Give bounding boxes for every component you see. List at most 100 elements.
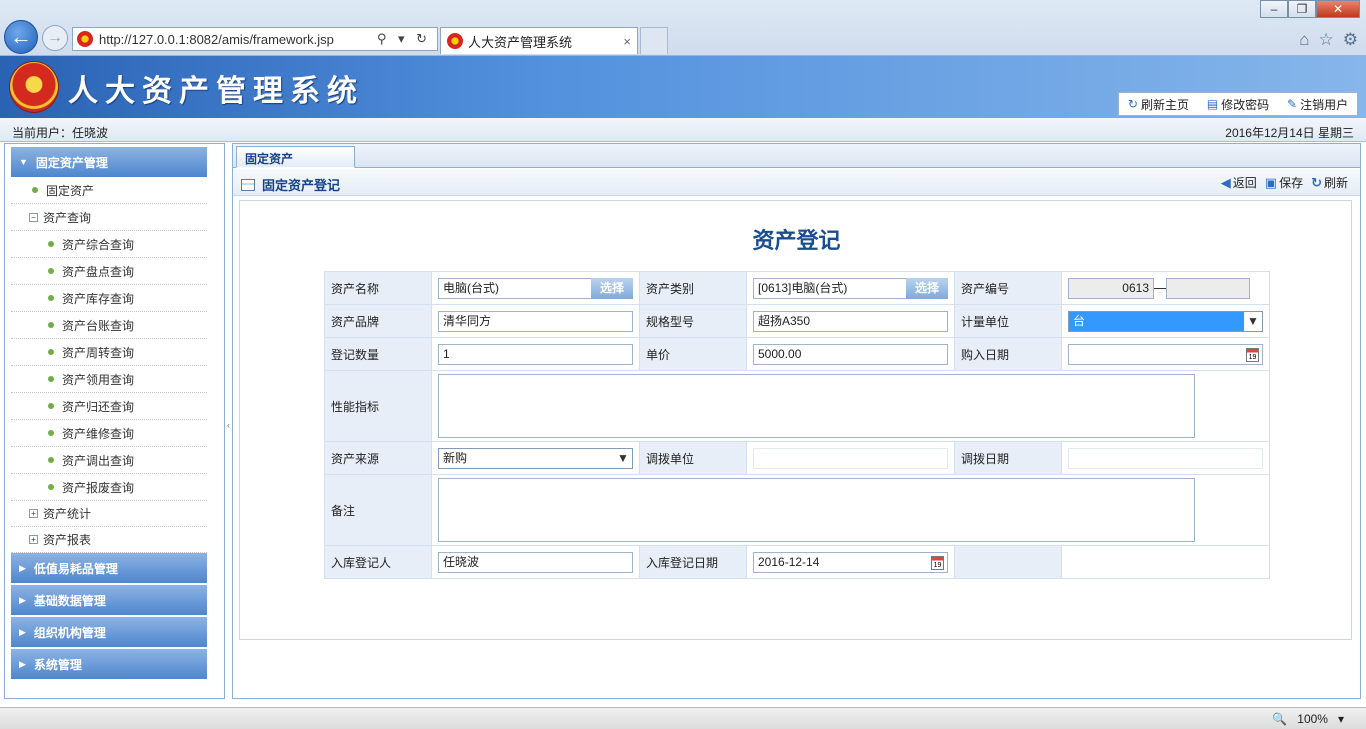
asset-name-input[interactable]: 电脑(台式) xyxy=(438,277,591,299)
expand-plus-icon[interactable]: + xyxy=(29,508,38,518)
address-bar[interactable]: http://127.0.0.1:8082/amis/framework.jsp… xyxy=(72,27,438,51)
favorites-star-icon[interactable]: ☆ xyxy=(1319,30,1334,50)
sidebar-item-fixed-assets[interactable]: 固定资产 xyxy=(11,177,207,204)
calendar-icon[interactable]: 19 xyxy=(1246,347,1259,362)
sidebar-section-system[interactable]: ▶ 系统管理 xyxy=(11,649,207,679)
sidebar-item-query[interactable]: 资产库存查询 xyxy=(11,285,207,312)
maximize-button[interactable]: ❐ xyxy=(1288,0,1316,18)
logout-button[interactable]: ✎ 注销用户 xyxy=(1287,96,1348,113)
bullet-icon xyxy=(48,295,54,301)
purchase-date-input[interactable]: 19 xyxy=(1068,343,1263,365)
chevron-down-icon[interactable]: ▼ xyxy=(1244,314,1262,328)
asset-name-select-button[interactable]: 选择 xyxy=(591,277,633,299)
sidebar-item-query[interactable]: 资产台账查询 xyxy=(11,312,207,339)
address-controls[interactable]: ⚲ ▾ ↻ xyxy=(377,31,437,47)
item-label: 资产综合查询 xyxy=(62,237,135,252)
calendar-icon[interactable]: 19 xyxy=(931,555,944,570)
model-input[interactable]: 超扬A350 xyxy=(753,310,948,332)
sidebar-section-basic-data[interactable]: ▶ 基础数据管理 xyxy=(11,585,207,615)
sidebar-item-asset-stats[interactable]: + 资产统计 xyxy=(11,500,207,527)
item-label: 资产盘点查询 xyxy=(62,264,135,279)
source-select-value: 新购 xyxy=(443,450,468,465)
sidebar-item-query[interactable]: 资产报废查询 xyxy=(11,474,207,501)
section-label: 系统管理 xyxy=(33,657,82,672)
sidebar-section-organization[interactable]: ▶ 组织机构管理 xyxy=(11,617,207,647)
asset-category-input[interactable]: [0613]电脑(台式) xyxy=(753,277,906,299)
logout-icon: ✎ xyxy=(1287,97,1298,111)
back-button[interactable]: ← xyxy=(4,20,38,54)
tab-favicon-icon xyxy=(447,33,463,49)
minimize-button[interactable]: – xyxy=(1260,0,1288,18)
asset-code-suffix-input[interactable] xyxy=(1166,277,1250,299)
sidebar-item-asset-report[interactable]: + 资产报表 xyxy=(11,526,207,553)
sidebar-item-asset-query[interactable]: − 资产查询 xyxy=(11,204,207,231)
price-input[interactable]: 5000.00 xyxy=(753,343,948,365)
browser-tab[interactable]: 人大资产管理系统 × xyxy=(440,27,638,54)
collapse-minus-icon[interactable]: − xyxy=(29,212,38,222)
asset-category-select-button[interactable]: 选择 xyxy=(906,277,948,299)
performance-textarea[interactable] xyxy=(438,374,1195,438)
form-row: 登记数量 1 单价 5000.00 购入日期 19 xyxy=(324,337,1270,371)
sidebar-item-query[interactable]: 资产盘点查询 xyxy=(11,258,207,285)
asset-category-group: [0613]电脑(台式) 选择 xyxy=(753,277,948,299)
sidebar-item-query[interactable]: 资产维修查询 xyxy=(11,420,207,447)
source-label: 资产来源 xyxy=(324,441,432,475)
bullet-icon xyxy=(48,241,54,247)
remark-textarea[interactable] xyxy=(438,478,1195,542)
new-tab-button[interactable] xyxy=(640,27,668,54)
sidebar-item-query[interactable]: 资产归还查询 xyxy=(11,393,207,420)
sidebar-item-query[interactable]: 资产领用查询 xyxy=(11,366,207,393)
settings-gear-icon[interactable]: ⚙ xyxy=(1343,30,1358,50)
register-date-input[interactable]: 2016-12-14 19 xyxy=(753,551,948,573)
save-button[interactable]: ▣ 保存 xyxy=(1265,174,1303,191)
transfer-unit-label: 调拨单位 xyxy=(639,441,747,475)
zoom-dropdown-icon[interactable]: ▾ xyxy=(1338,712,1344,726)
tab-fixed-assets[interactable]: 固定资产 xyxy=(236,146,355,168)
sidebar-section-fixed-assets[interactable]: ▼ 固定资产管理 xyxy=(11,147,207,177)
transfer-date-input[interactable] xyxy=(1068,447,1263,469)
app-header: 人大资产管理系统 ↻ 刷新主页 ▤ 修改密码 ✎ 注销用户 xyxy=(0,56,1366,118)
unit-select[interactable]: 台 ▼ xyxy=(1068,310,1263,332)
tab-strip: 固定资产 xyxy=(233,144,1360,168)
registrar-input[interactable]: 任晓波 xyxy=(438,551,633,573)
refresh-home-button[interactable]: ↻ 刷新主页 xyxy=(1128,96,1189,113)
sidebar-item-query[interactable]: 资产综合查询 xyxy=(11,231,207,258)
source-select[interactable]: 新购 ▼ xyxy=(438,447,633,469)
close-window-button[interactable]: ✕ xyxy=(1316,0,1360,18)
refresh-home-label: 刷新主页 xyxy=(1140,97,1189,112)
unit-cell: 台 ▼ xyxy=(1061,304,1270,338)
transfer-unit-input[interactable] xyxy=(753,447,948,469)
sidebar-item-query[interactable]: 资产调出查询 xyxy=(11,447,207,474)
form-content: 资产登记 资产名称 电脑(台式) 选择 资产类别 [0613]电脑(台式) 选择 xyxy=(239,200,1352,640)
forward-button[interactable]: → xyxy=(42,25,68,51)
page-title: 资产登记 xyxy=(752,228,841,253)
zoom-control[interactable]: 🔍 100% ▾ xyxy=(1272,712,1344,726)
sidebar-splitter-handle[interactable]: ‹ xyxy=(227,420,231,432)
back-action-button[interactable]: ◀ 返回 xyxy=(1221,174,1257,191)
item-label: 资产查询 xyxy=(43,210,92,225)
address-url[interactable]: http://127.0.0.1:8082/amis/framework.jsp xyxy=(99,32,377,47)
sidebar-section-consumables[interactable]: ▶ 低值易耗品管理 xyxy=(11,553,207,583)
expand-plus-icon[interactable]: + xyxy=(29,534,38,544)
form-icon xyxy=(241,178,255,191)
tab-close-icon[interactable]: × xyxy=(623,34,631,49)
register-date-value: 2016-12-14 xyxy=(758,554,820,569)
chevron-down-icon[interactable]: ▼ xyxy=(614,451,632,465)
back-icon: ◀ xyxy=(1220,174,1231,190)
performance-label: 性能指标 xyxy=(324,370,432,442)
national-emblem-logo xyxy=(9,61,59,113)
item-label: 资产调出查询 xyxy=(62,453,135,468)
asset-code-group: 0613 xyxy=(1068,277,1263,299)
sidebar-item-query[interactable]: 资产周转查询 xyxy=(11,339,207,366)
collapsed-triangle-icon: ▶ xyxy=(19,626,26,637)
brand-input[interactable]: 清华同方 xyxy=(438,310,633,332)
zoom-icon: 🔍 xyxy=(1272,712,1288,726)
change-password-button[interactable]: ▤ 修改密码 xyxy=(1207,96,1269,113)
browser-chrome: ← → http://127.0.0.1:8082/amis/framework… xyxy=(0,0,1366,56)
quantity-input[interactable]: 1 xyxy=(438,343,633,365)
item-label: 资产报废查询 xyxy=(62,480,135,495)
bullet-icon xyxy=(48,457,54,463)
home-icon[interactable]: ⌂ xyxy=(1299,30,1309,50)
refresh-button[interactable]: ↻ 刷新 xyxy=(1311,174,1348,191)
change-password-label: 修改密码 xyxy=(1221,97,1270,112)
